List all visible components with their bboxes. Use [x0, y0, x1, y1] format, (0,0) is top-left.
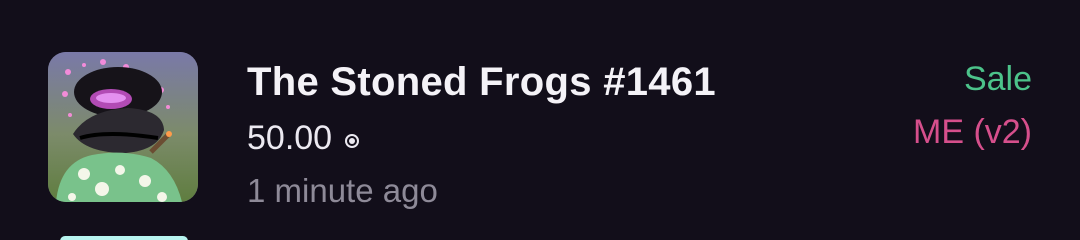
- nft-thumbnail[interactable]: [48, 52, 198, 202]
- sol-icon: [345, 133, 360, 148]
- activity-list-item[interactable]: The Stoned Frogs #1461 50.00 1 minute ag…: [0, 0, 1080, 240]
- transaction-type: Sale: [963, 60, 1032, 98]
- price-row: 50.00: [247, 119, 360, 158]
- nft-title[interactable]: The Stoned Frogs #1461: [247, 60, 716, 105]
- next-item-thumbnail-edge: [60, 236, 188, 240]
- timestamp: 1 minute ago: [247, 172, 438, 209]
- marketplace-label[interactable]: ME (v2): [913, 113, 1032, 152]
- price-value: 50.00: [247, 119, 333, 157]
